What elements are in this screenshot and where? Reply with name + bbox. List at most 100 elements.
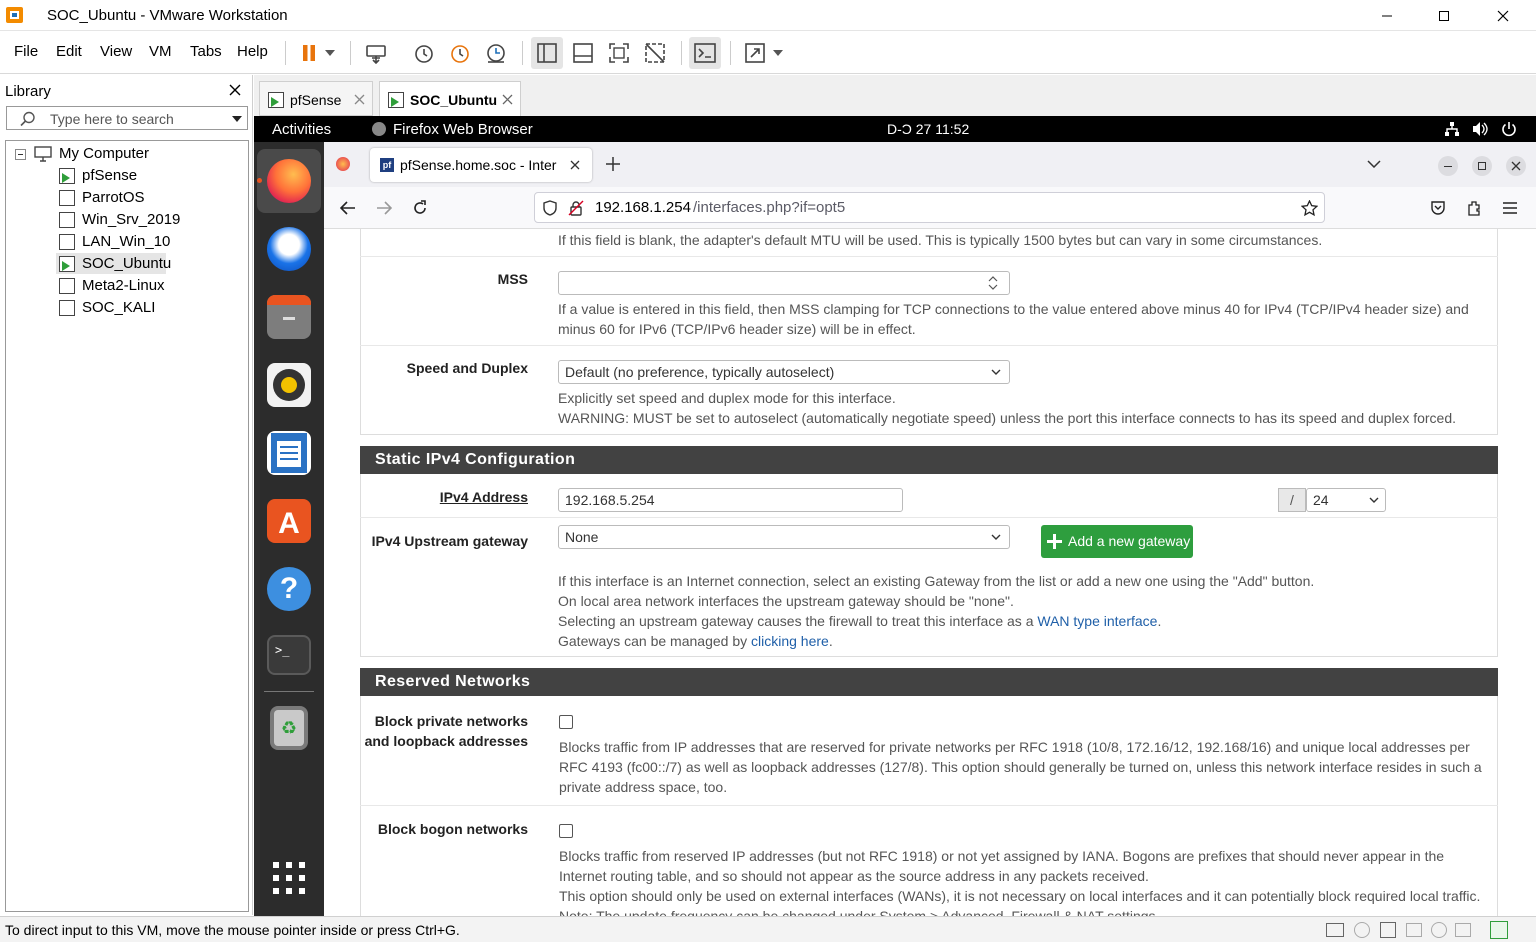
- volume-icon[interactable]: [1472, 121, 1488, 137]
- shield-icon[interactable]: [542, 200, 558, 216]
- url-bar[interactable]: 192.168.1.254 /interfaces.php?if=opt5: [534, 192, 1325, 223]
- ipv4-address-label[interactable]: IPv4 Address: [374, 489, 528, 505]
- insecure-lock-icon[interactable]: [568, 200, 584, 216]
- close-window-button[interactable]: [1480, 0, 1526, 31]
- pocket-icon[interactable]: [1430, 200, 1446, 216]
- firefox-icon[interactable]: [267, 159, 311, 203]
- network-adapter-icon[interactable]: [1380, 922, 1396, 938]
- files-icon[interactable]: [267, 295, 311, 339]
- vm-messages-icon[interactable]: [1490, 921, 1508, 939]
- snapshot-icon[interactable]: [408, 37, 440, 69]
- minimize-button[interactable]: [1364, 0, 1410, 31]
- maximize-button[interactable]: [1421, 0, 1467, 31]
- tree-item-lan-win-10[interactable]: LAN_Win_10: [82, 231, 170, 252]
- add-gateway-button[interactable]: Add a new gateway: [1041, 525, 1193, 558]
- browser-tab[interactable]: pf pfSense.home.soc - Inter: [370, 148, 592, 182]
- power-icon[interactable]: [1501, 121, 1517, 137]
- bookmark-star-icon[interactable]: [1301, 200, 1318, 217]
- console-view-icon[interactable]: [689, 37, 721, 69]
- close-tab-icon[interactable]: [502, 94, 513, 105]
- sound-card-icon[interactable]: [1431, 922, 1447, 938]
- forward-icon[interactable]: [376, 200, 392, 216]
- ubuntu-software-icon[interactable]: A: [267, 499, 311, 543]
- ff-close-button[interactable]: [1506, 156, 1526, 176]
- close-tab-icon[interactable]: [354, 94, 365, 105]
- vm-tab-soc-ubuntu[interactable]: SOC_Ubuntu: [379, 81, 521, 116]
- back-icon[interactable]: [340, 200, 356, 216]
- app-menu[interactable]: Firefox Web Browser: [393, 121, 533, 138]
- close-tab-icon[interactable]: [570, 160, 580, 170]
- chevron-down-icon[interactable]: [232, 116, 242, 122]
- tree-item-soc-kali[interactable]: SOC_KALI: [82, 297, 155, 318]
- send-ctrl-alt-del-icon[interactable]: [360, 37, 392, 69]
- unity-icon[interactable]: [639, 37, 671, 69]
- library-search-input[interactable]: Type here to search: [6, 106, 248, 130]
- tree-item-my-computer[interactable]: My Computer: [59, 143, 149, 164]
- clock[interactable]: D-Ͻ 27 11:52: [887, 121, 969, 137]
- trash-icon[interactable]: ♻: [270, 706, 308, 750]
- cd-dvd-icon[interactable]: [1354, 922, 1370, 938]
- tree-item-parrotos[interactable]: ParrotOS: [82, 187, 145, 208]
- activities-button[interactable]: Activities: [272, 121, 331, 138]
- full-screen-icon[interactable]: [603, 37, 635, 69]
- app-menu-icon[interactable]: [1502, 201, 1518, 215]
- computer-icon: [34, 146, 52, 162]
- mss-input[interactable]: [558, 271, 1010, 295]
- chevron-down-icon: [991, 534, 1001, 541]
- show-library-icon[interactable]: [531, 37, 563, 69]
- pfsense-page: If this field is blank, the adapter's de…: [324, 229, 1536, 916]
- show-applications-icon[interactable]: [273, 862, 305, 894]
- tree-item-meta2-linux[interactable]: Meta2-Linux: [82, 275, 165, 296]
- libreoffice-writer-icon[interactable]: [267, 431, 311, 475]
- printer-icon[interactable]: [1455, 923, 1471, 937]
- reserved-networks-header: Reserved Networks: [360, 668, 1498, 696]
- menu-view[interactable]: View: [100, 43, 132, 60]
- close-library-icon[interactable]: [229, 84, 241, 96]
- wan-type-link[interactable]: WAN type interface: [1037, 613, 1157, 629]
- block-private-checkbox[interactable]: [559, 715, 573, 729]
- ipv4-address-input[interactable]: 192.168.5.254: [558, 488, 903, 512]
- revert-snapshot-icon[interactable]: [444, 37, 476, 69]
- tree-item-win-srv-2019[interactable]: Win_Srv_2019: [82, 209, 180, 230]
- tree-item-pfsense[interactable]: pfSense: [82, 165, 137, 186]
- rhythmbox-icon[interactable]: [267, 363, 311, 407]
- reload-icon[interactable]: [412, 200, 428, 216]
- menu-edit[interactable]: Edit: [56, 43, 82, 60]
- block-bogon-label: Block bogon networks: [377, 821, 528, 837]
- vm-icon: [59, 278, 75, 294]
- terminal-icon[interactable]: >_: [267, 635, 311, 675]
- help-icon[interactable]: ?: [267, 567, 311, 611]
- menu-help[interactable]: Help: [237, 43, 268, 60]
- gnome-top-bar: Activities Firefox Web Browser D-Ͻ 27 11…: [254, 116, 1536, 142]
- menu-tabs[interactable]: Tabs: [190, 43, 222, 60]
- speed-duplex-select[interactable]: Default (no preference, typically autose…: [558, 360, 1010, 384]
- vm-tab-pfsense[interactable]: pfSense: [259, 81, 373, 116]
- list-all-tabs-icon[interactable]: [1367, 160, 1381, 168]
- chevron-down-icon[interactable]: [766, 37, 790, 69]
- collapse-icon[interactable]: [15, 149, 26, 160]
- menu-vm[interactable]: VM: [149, 43, 172, 60]
- snapshot-manager-icon[interactable]: [480, 37, 512, 69]
- new-tab-icon[interactable]: [606, 157, 620, 171]
- ff-maximize-button[interactable]: [1472, 156, 1492, 176]
- firefox-view-icon[interactable]: [336, 157, 350, 171]
- menu-file[interactable]: File: [14, 43, 38, 60]
- thumbnail-bar-icon[interactable]: [567, 37, 599, 69]
- cidr-select[interactable]: 24: [1306, 488, 1386, 512]
- hard-disk-icon[interactable]: [1326, 923, 1344, 937]
- tree-item-soc-ubuntu[interactable]: SOC_Ubuntu: [82, 253, 171, 274]
- gateways-link[interactable]: clicking here: [751, 633, 829, 649]
- thunderbird-icon[interactable]: [267, 227, 311, 271]
- menu-bar: File Edit View VM Tabs Help: [0, 31, 1536, 74]
- network-icon[interactable]: [1444, 121, 1460, 137]
- chevron-down-icon[interactable]: [318, 37, 342, 69]
- usb-icon[interactable]: [1406, 923, 1422, 937]
- spinner-icon[interactable]: [987, 275, 999, 291]
- add-gateway-label: Add a new gateway: [1068, 533, 1191, 549]
- ff-minimize-button[interactable]: [1438, 156, 1458, 176]
- gw-help-2: On local area network interfaces the ups…: [558, 593, 1014, 609]
- upstream-gateway-select[interactable]: None: [558, 525, 1010, 549]
- extensions-icon[interactable]: [1466, 200, 1482, 216]
- mss-label: MSS: [497, 271, 528, 287]
- block-bogon-checkbox[interactable]: [559, 824, 573, 838]
